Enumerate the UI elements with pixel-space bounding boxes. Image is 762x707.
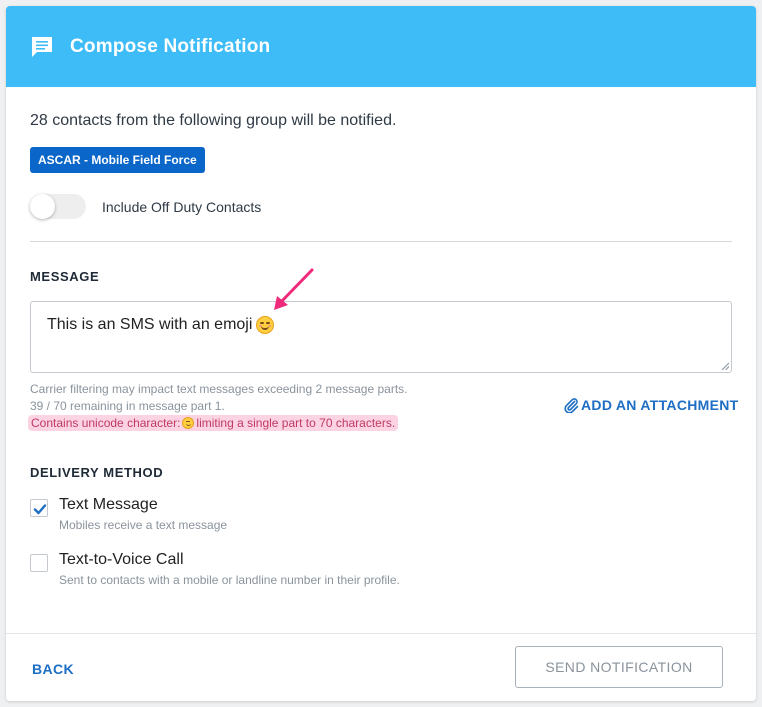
divider: [30, 241, 732, 242]
message-section-label: MESSAGE: [30, 269, 100, 284]
unicode-warning-prefix: Contains unicode character:: [31, 416, 181, 430]
add-attachment-label: ADD AN ATTACHMENT: [581, 397, 739, 413]
paperclip-icon: [564, 398, 579, 413]
off-duty-toggle[interactable]: [30, 194, 86, 219]
message-icon: [30, 34, 54, 60]
add-attachment-button[interactable]: ADD AN ATTACHMENT: [563, 397, 739, 413]
smiling-emoji-icon: [256, 316, 275, 334]
recipients-summary: 28 contacts from the following group wil…: [30, 112, 397, 129]
delivery-option-voice-call[interactable]: Text-to-Voice Call Sent to contacts with…: [30, 551, 400, 587]
toggle-knob: [30, 194, 55, 219]
page-title: Compose Notification: [70, 35, 271, 57]
carrier-filter-hint: Carrier filtering may impact text messag…: [30, 382, 408, 396]
unicode-warning: Contains unicode character: limiting a s…: [28, 415, 399, 431]
header: Compose Notification: [6, 6, 756, 87]
unicode-warning-suffix: limiting a single part to 70 characters.: [196, 416, 396, 430]
off-duty-toggle-row: Include Off Duty Contacts: [30, 194, 261, 219]
off-duty-toggle-label: Include Off Duty Contacts: [102, 198, 262, 215]
group-badge[interactable]: ASCAR - Mobile Field Force: [30, 147, 205, 173]
send-notification-button[interactable]: SEND NOTIFICATION: [515, 646, 723, 688]
compose-notification-card: Compose Notification 28 contacts from th…: [6, 6, 756, 701]
remaining-chars-hint: 39 / 70 remaining in message part 1.: [30, 399, 225, 413]
option-title: Text-to-Voice Call: [59, 551, 184, 568]
option-desc: Sent to contacts with a mobile or landli…: [59, 573, 400, 587]
annotation-arrow-icon: [274, 268, 314, 310]
delivery-section-label: DELIVERY METHOD: [30, 465, 164, 480]
footer: BACK SEND NOTIFICATION: [6, 633, 756, 701]
back-button[interactable]: BACK: [32, 661, 74, 677]
smiling-emoji-icon: [182, 417, 195, 429]
checkmark-icon: [33, 504, 47, 515]
voice-call-checkbox[interactable]: [30, 554, 48, 572]
message-textarea[interactable]: This is an SMS with an emoji: [30, 301, 732, 373]
option-desc: Mobiles receive a text message: [59, 518, 228, 532]
option-title: Text Message: [59, 496, 158, 513]
text-message-checkbox[interactable]: [30, 499, 48, 517]
message-text: This is an SMS with an emoji: [47, 316, 253, 333]
resize-grip-icon[interactable]: [721, 362, 729, 370]
delivery-option-text-message[interactable]: Text Message Mobiles receive a text mess…: [30, 496, 227, 532]
